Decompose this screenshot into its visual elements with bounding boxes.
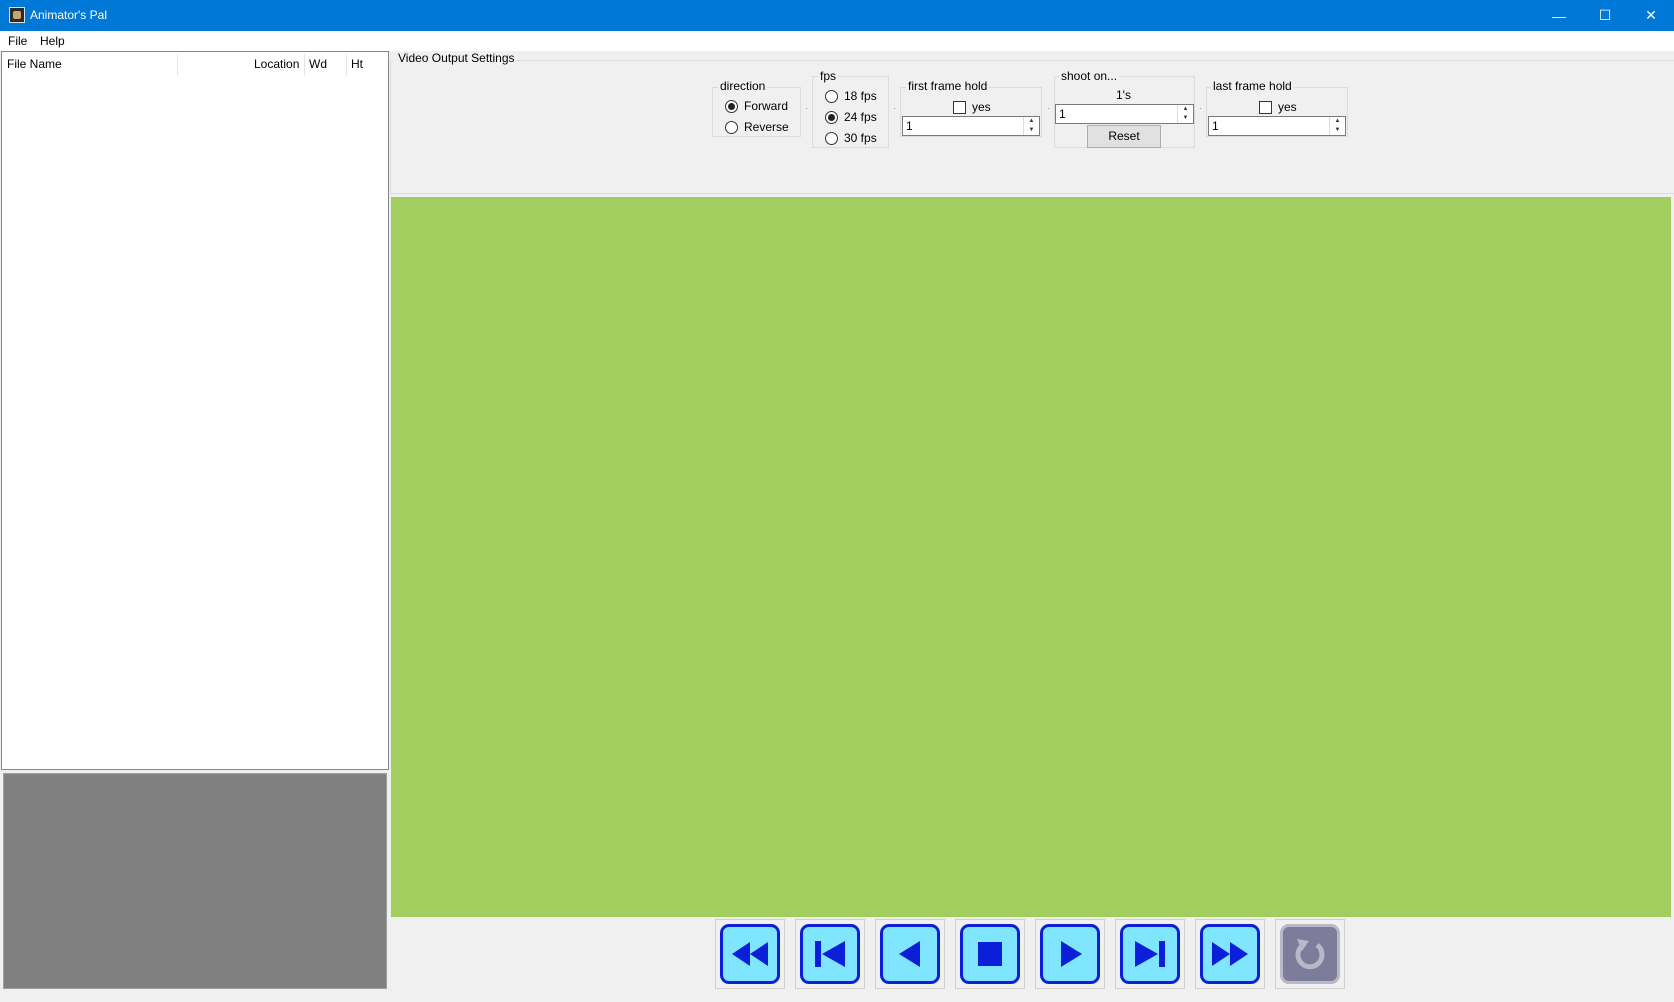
- separator-dot: [1200, 108, 1201, 109]
- last-frame-hold-spinner[interactable]: 1 ▲ ▼: [1208, 116, 1346, 136]
- radio-selected-icon: [825, 110, 838, 124]
- window-title: Animator's Pal: [30, 8, 107, 22]
- radio-label: 30 fps: [844, 131, 877, 145]
- spinner-value: 1: [1212, 119, 1219, 133]
- file-list[interactable]: File Name Location Wd Ht: [1, 51, 389, 770]
- column-location[interactable]: Location: [254, 57, 299, 71]
- shoot-on-caption: 1's: [1116, 88, 1131, 102]
- shoot-on-label: shoot on...: [1059, 69, 1120, 83]
- fps-label: fps: [818, 69, 839, 83]
- last-frame-button[interactable]: [1115, 919, 1185, 989]
- radio-label: 18 fps: [844, 89, 877, 103]
- spinner-down-icon[interactable]: ▼: [1330, 126, 1345, 135]
- separator-dot: [894, 108, 895, 109]
- spinner-value: 1: [1059, 107, 1066, 121]
- column-file-name[interactable]: File Name: [7, 57, 62, 71]
- loop-icon: [1295, 939, 1325, 970]
- direction-reverse-radio[interactable]: Reverse: [725, 120, 789, 134]
- step-back-button[interactable]: [875, 919, 945, 989]
- fps-24-radio[interactable]: 24 fps: [825, 110, 877, 124]
- title-bar: Animator's Pal — ☐ ✕: [0, 0, 1674, 31]
- play-icon: [1061, 941, 1082, 967]
- radio-icon: [825, 89, 838, 103]
- settings-border: [390, 60, 391, 194]
- app-icon: [9, 7, 25, 23]
- spinner-value: 1: [906, 119, 913, 133]
- reset-button[interactable]: Reset: [1087, 125, 1161, 148]
- first-frame-button[interactable]: [795, 919, 865, 989]
- rewind-button[interactable]: [715, 919, 785, 989]
- skip-to-start-icon: [815, 941, 845, 967]
- stop-button[interactable]: [955, 919, 1025, 989]
- maximize-button[interactable]: ☐: [1582, 0, 1628, 31]
- fps-18-radio[interactable]: 18 fps: [825, 89, 877, 103]
- fast-forward-button[interactable]: [1195, 919, 1265, 989]
- stop-icon: [978, 942, 1002, 966]
- fps-30-radio[interactable]: 30 fps: [825, 131, 877, 145]
- last-frame-hold-checkbox[interactable]: yes: [1259, 100, 1297, 114]
- loop-button[interactable]: [1275, 919, 1345, 989]
- spinner-up-icon[interactable]: ▲: [1178, 105, 1193, 114]
- direction-forward-radio[interactable]: Forward: [725, 99, 788, 113]
- radio-label: Forward: [744, 99, 789, 113]
- settings-border: [390, 193, 1674, 194]
- radio-label: 24 fps: [844, 110, 877, 124]
- video-output-settings-label: Video Output Settings: [397, 51, 516, 65]
- minimize-button[interactable]: —: [1536, 0, 1582, 31]
- checkbox-icon: [1259, 100, 1272, 114]
- settings-border: [513, 60, 1674, 61]
- first-frame-hold-label: first frame hold: [906, 79, 990, 93]
- first-frame-hold-checkbox[interactable]: yes: [953, 100, 991, 114]
- menu-file[interactable]: File: [8, 34, 27, 48]
- column-separator[interactable]: [304, 54, 305, 76]
- spinner-down-icon[interactable]: ▼: [1178, 114, 1193, 123]
- separator-dot: [806, 108, 807, 109]
- first-frame-hold-spinner[interactable]: 1 ▲ ▼: [902, 116, 1040, 136]
- column-separator[interactable]: [346, 54, 347, 76]
- menu-bar: File Help: [0, 31, 1674, 51]
- menu-help[interactable]: Help: [40, 34, 65, 48]
- radio-label: Reverse: [744, 120, 789, 134]
- fast-forward-icon: [1212, 942, 1248, 966]
- thumbnail-preview: [3, 773, 387, 989]
- spinner-up-icon[interactable]: ▲: [1330, 117, 1345, 126]
- checkbox-label: yes: [1278, 100, 1297, 114]
- animation-canvas: [391, 197, 1671, 917]
- checkbox-label: yes: [972, 100, 991, 114]
- column-separator[interactable]: [177, 54, 178, 76]
- radio-icon: [725, 120, 738, 134]
- checkbox-icon: [953, 100, 966, 114]
- separator-dot: [1048, 108, 1049, 109]
- column-width[interactable]: Wd: [309, 57, 327, 71]
- radio-icon: [825, 131, 838, 145]
- shoot-on-spinner[interactable]: 1 ▲ ▼: [1055, 104, 1194, 124]
- column-height[interactable]: Ht: [351, 57, 363, 71]
- step-back-icon: [899, 941, 920, 967]
- direction-label: direction: [718, 79, 768, 93]
- radio-selected-icon: [725, 99, 738, 113]
- rewind-icon: [732, 942, 768, 966]
- spinner-down-icon[interactable]: ▼: [1024, 126, 1039, 135]
- close-button[interactable]: ✕: [1628, 0, 1674, 31]
- spinner-up-icon[interactable]: ▲: [1024, 117, 1039, 126]
- last-frame-hold-label: last frame hold: [1211, 79, 1294, 93]
- skip-to-end-icon: [1135, 941, 1165, 967]
- play-button[interactable]: [1035, 919, 1105, 989]
